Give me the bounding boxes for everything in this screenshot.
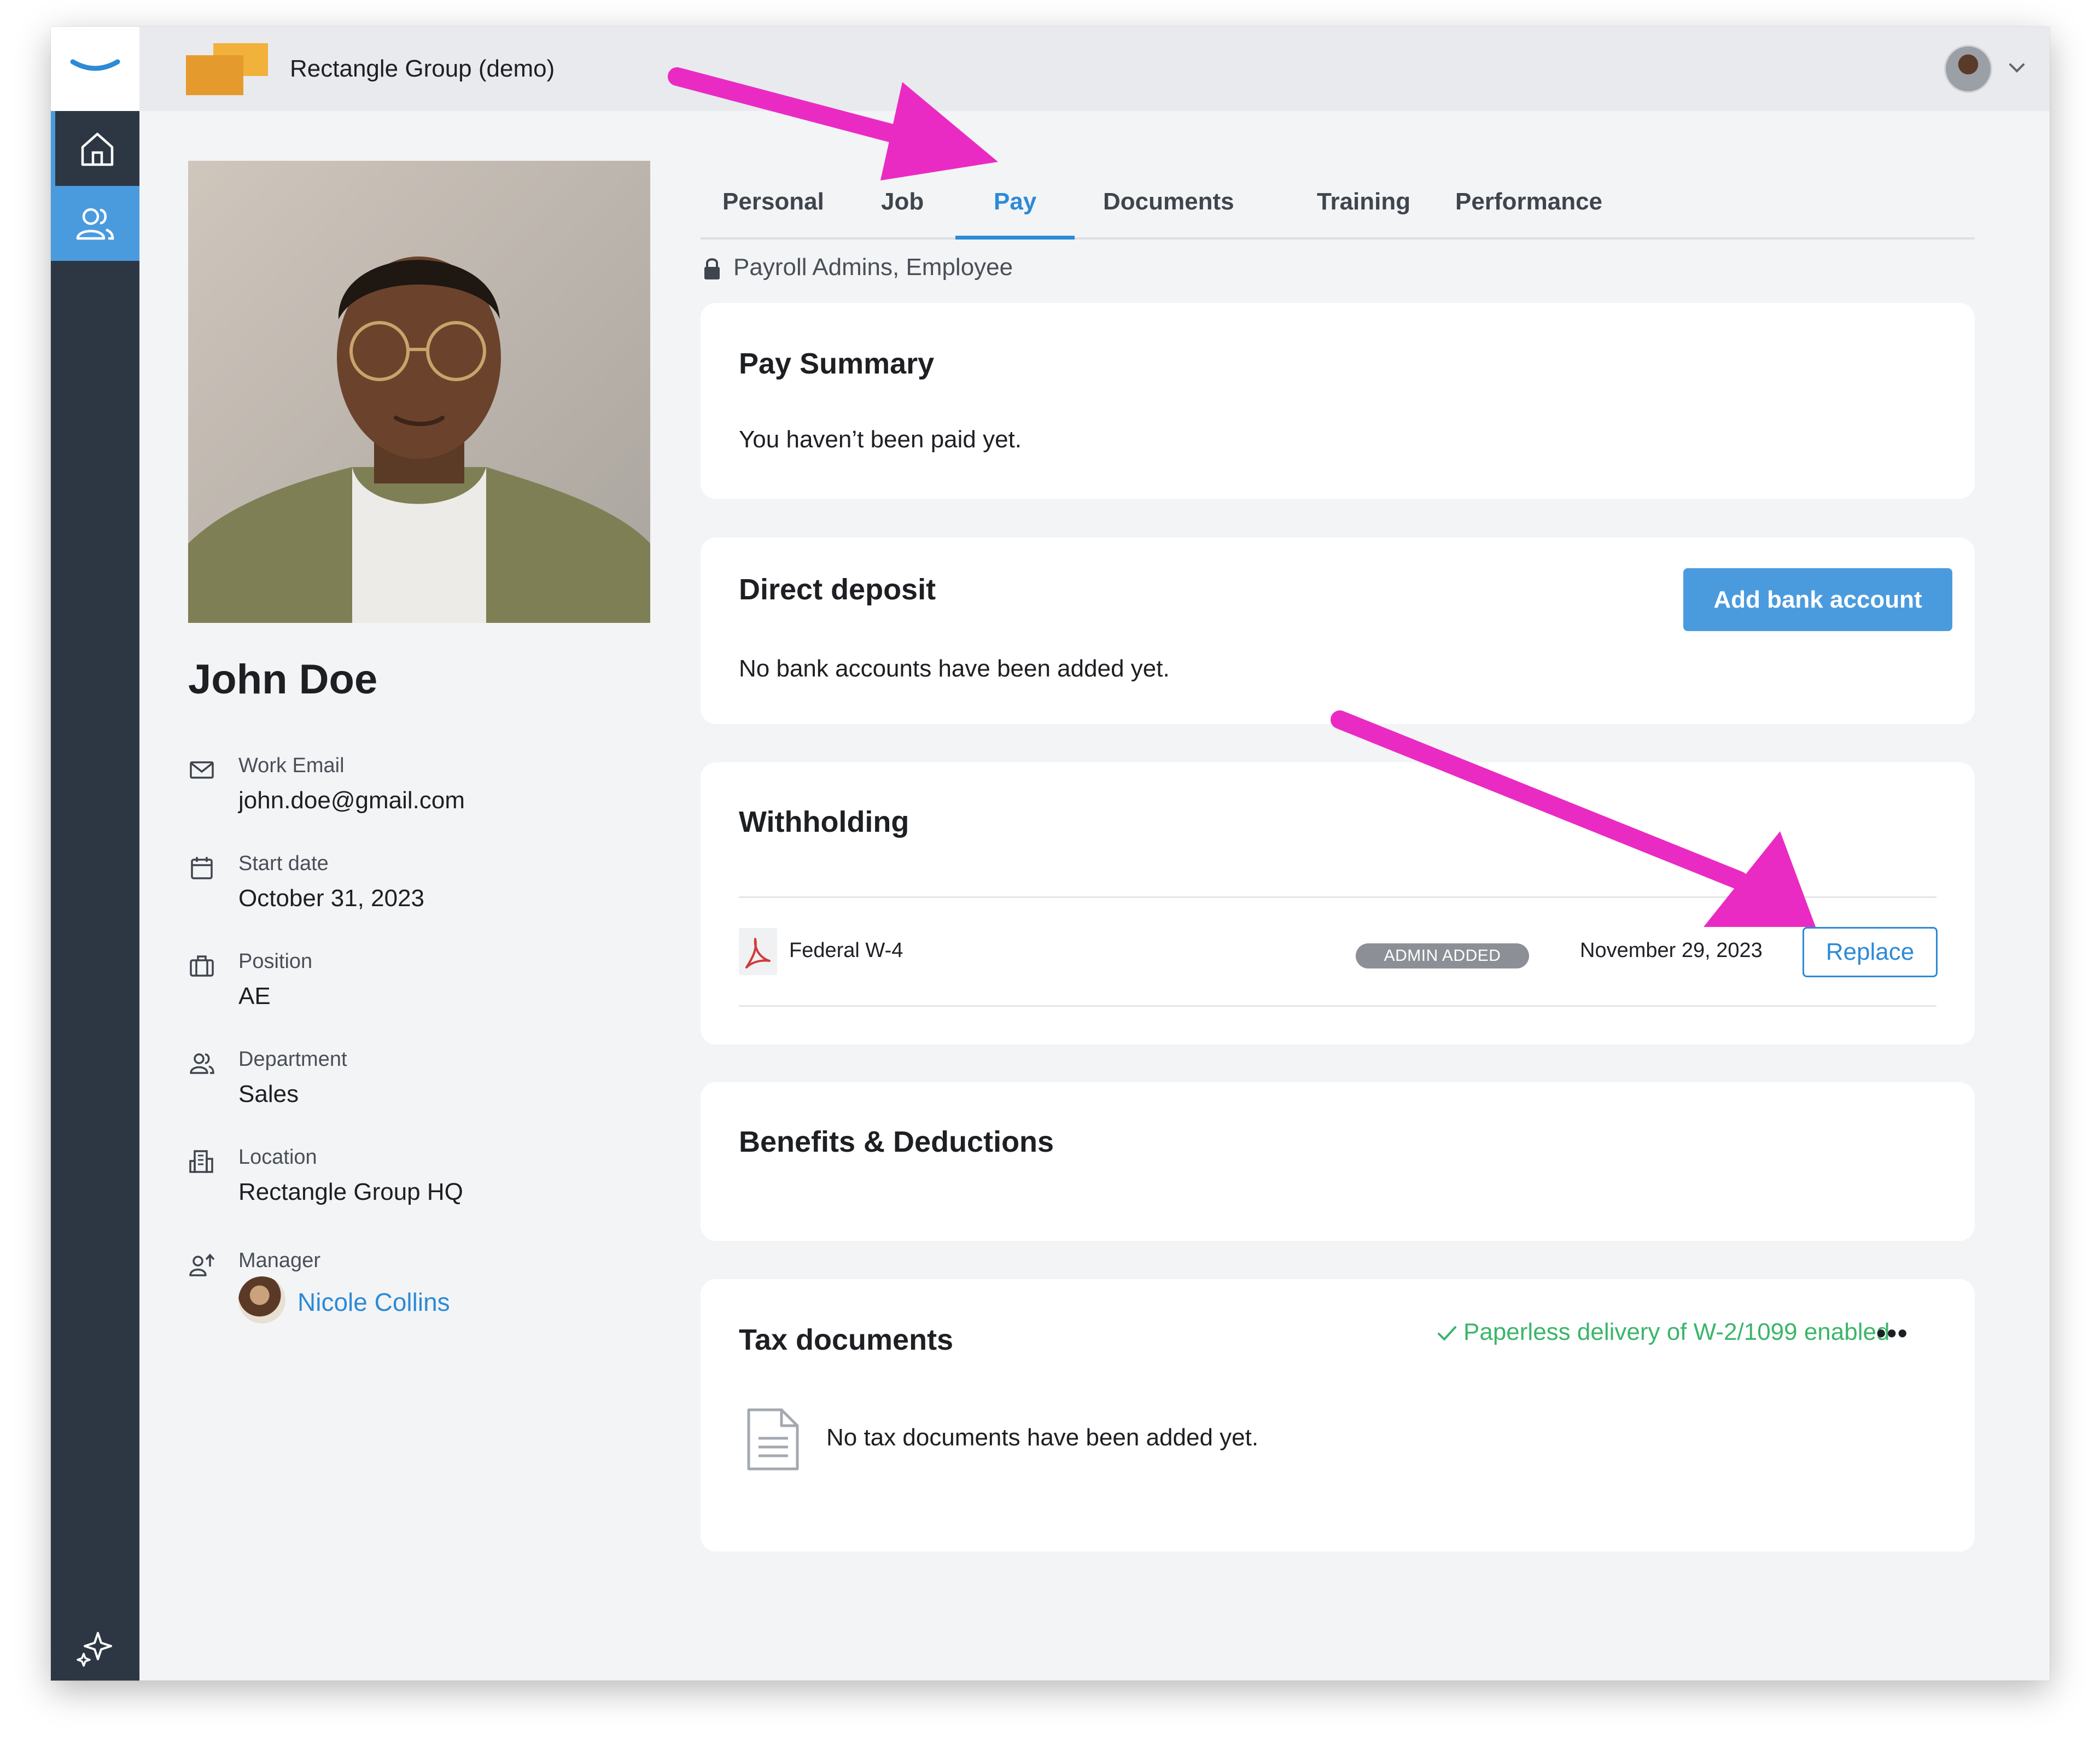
field-label: Manager bbox=[238, 1249, 320, 1272]
benefits-deductions-card: Benefits & Deductions bbox=[701, 1082, 1975, 1241]
home-icon bbox=[81, 132, 114, 166]
people-icon bbox=[190, 1053, 214, 1074]
status-badge: ADMIN ADDED bbox=[1356, 943, 1529, 969]
field-start-date: Start date October 31, 2023 bbox=[188, 852, 658, 918]
direct-deposit-card: Direct deposit No bank accounts have bee… bbox=[701, 538, 1975, 724]
sidebar-item-people[interactable] bbox=[51, 186, 139, 261]
employee-photo bbox=[188, 161, 650, 623]
pay-summary-card: Pay Summary You haven’t been paid yet. bbox=[701, 303, 1975, 499]
card-title: Tax documents bbox=[739, 1323, 954, 1356]
briefcase-icon bbox=[190, 955, 214, 977]
document-name[interactable]: Federal W-4 bbox=[789, 939, 903, 962]
card-text: No bank accounts have been added yet. bbox=[739, 655, 1170, 682]
tab-documents[interactable]: Documents bbox=[1103, 161, 1234, 237]
field-value: October 31, 2023 bbox=[238, 885, 425, 912]
field-label: Location bbox=[238, 1146, 317, 1169]
tab-performance[interactable]: Performance bbox=[1455, 161, 1602, 237]
sidebar-item-ai[interactable] bbox=[51, 1610, 139, 1681]
app-window: Rectangle Group (demo) John Doe Work Ema… bbox=[51, 27, 2050, 1681]
replace-button[interactable]: Replace bbox=[1802, 927, 1938, 977]
company-logo-icon bbox=[186, 43, 268, 95]
paperless-status: Paperless delivery of W-2/1099 enabled bbox=[1436, 1319, 1889, 1346]
document-date: November 29, 2023 bbox=[1580, 939, 1763, 962]
pdf-icon bbox=[739, 928, 777, 975]
field-value: Rectangle Group HQ bbox=[238, 1179, 463, 1205]
app-logo[interactable] bbox=[51, 27, 139, 111]
field-position: Position AE bbox=[188, 950, 658, 1016]
field-label: Start date bbox=[238, 852, 329, 875]
manager-icon bbox=[189, 1253, 215, 1276]
manager-avatar[interactable] bbox=[238, 1276, 285, 1323]
paperless-text: Paperless delivery of W-2/1099 enabled bbox=[1463, 1319, 1890, 1345]
tab-pay[interactable]: Pay bbox=[955, 161, 1075, 240]
empty-state-text: No tax documents have been added yet. bbox=[826, 1424, 1259, 1451]
access-text: Payroll Admins, Employee bbox=[733, 254, 1013, 281]
smile-logo-icon bbox=[70, 59, 120, 71]
people-icon bbox=[76, 208, 114, 240]
field-location: Location Rectangle Group HQ bbox=[188, 1146, 658, 1211]
card-text: You haven’t been paid yet. bbox=[739, 426, 1022, 453]
tab-job[interactable]: Job bbox=[881, 161, 924, 237]
field-label: Position bbox=[238, 950, 313, 973]
check-icon bbox=[1438, 1326, 1456, 1341]
document-icon bbox=[747, 1408, 799, 1471]
chevron-down-icon[interactable] bbox=[2006, 57, 2028, 79]
access-note: Payroll Admins, Employee bbox=[703, 246, 1013, 289]
withholding-card: Withholding Federal W-4 ADMIN ADDED Nove… bbox=[701, 762, 1975, 1045]
field-manager: Manager Nicole Collins bbox=[188, 1249, 658, 1337]
card-title: Direct deposit bbox=[739, 573, 936, 606]
top-bar: Rectangle Group (demo) bbox=[139, 27, 2050, 111]
lock-icon bbox=[704, 258, 720, 280]
field-label: Work Email bbox=[238, 754, 345, 777]
sparkle-icon bbox=[77, 1631, 112, 1667]
card-title: Benefits & Deductions bbox=[739, 1125, 1054, 1158]
card-title: Pay Summary bbox=[739, 347, 935, 380]
sidebar-item-home[interactable] bbox=[51, 111, 139, 186]
field-value: Sales bbox=[238, 1081, 299, 1107]
field-value[interactable]: john.doe@gmail.com bbox=[238, 787, 465, 814]
more-options-button[interactable]: ••• bbox=[1876, 1317, 1909, 1349]
tab-personal[interactable]: Personal bbox=[722, 161, 824, 237]
building-icon bbox=[189, 1150, 213, 1173]
field-value: AE bbox=[238, 983, 271, 1010]
field-work-email: Work Email john.doe@gmail.com bbox=[188, 754, 658, 820]
tab-training[interactable]: Training bbox=[1317, 161, 1410, 237]
user-avatar[interactable] bbox=[1944, 45, 1992, 93]
employee-name: John Doe bbox=[188, 656, 378, 703]
profile-tabs: Personal Job Pay Documents Training Perf… bbox=[701, 161, 1975, 240]
field-label: Department bbox=[238, 1048, 347, 1071]
company-name[interactable]: Rectangle Group (demo) bbox=[290, 27, 555, 111]
envelope-icon bbox=[190, 761, 214, 779]
withholding-row: Federal W-4 ADMIN ADDED November 29, 202… bbox=[739, 896, 1938, 1007]
field-department: Department Sales bbox=[188, 1048, 658, 1113]
tax-documents-card: Tax documents Paperless delivery of W-2/… bbox=[701, 1279, 1975, 1551]
add-bank-account-button[interactable]: Add bank account bbox=[1683, 568, 1952, 631]
sidebar bbox=[51, 27, 139, 1681]
manager-link[interactable]: Nicole Collins bbox=[298, 1287, 450, 1317]
calendar-icon bbox=[191, 857, 213, 879]
card-title: Withholding bbox=[739, 806, 909, 838]
